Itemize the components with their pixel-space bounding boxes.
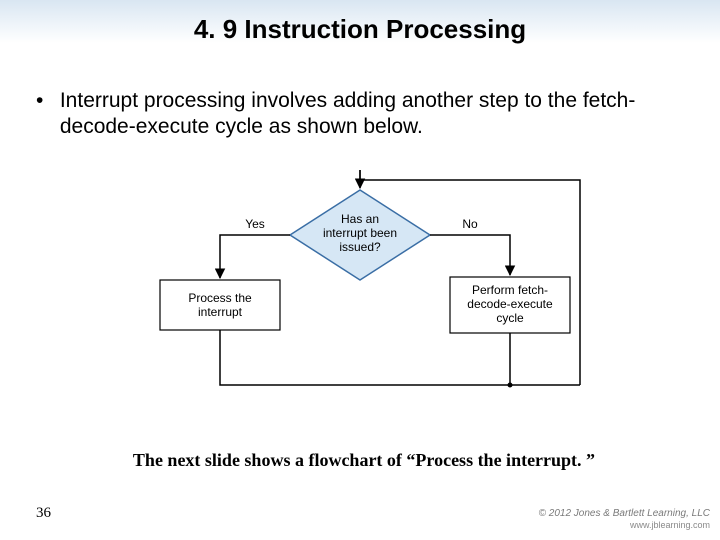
slide: 4. 9 Instruction Processing • Interrupt … [0, 0, 720, 540]
bullet-text: Interrupt processing involves adding ano… [60, 88, 680, 141]
page-number: 36 [36, 505, 51, 522]
copyright-line1: © 2012 Jones & Bartlett Learning, LLC [539, 508, 710, 520]
fde-text-3: cycle [496, 311, 524, 325]
decision-text-1: Has an [341, 212, 379, 226]
process-interrupt-text-2: interrupt [198, 305, 243, 319]
edge-left-merge [220, 330, 580, 385]
label-no: No [462, 217, 478, 231]
fde-text-2: decode-execute [467, 297, 553, 311]
merge-node-icon [508, 383, 513, 388]
edge-yes [220, 235, 290, 278]
copyright: © 2012 Jones & Bartlett Learning, LLC ww… [539, 508, 710, 530]
flowchart: Has an interrupt been issued? Yes No Pro… [120, 170, 600, 420]
decision-text-2: interrupt been [323, 226, 397, 240]
bullet-dot: • [36, 88, 54, 114]
flowchart-svg: Has an interrupt been issued? Yes No Pro… [120, 170, 600, 420]
copyright-line2: www.jblearning.com [539, 520, 710, 530]
label-yes: Yes [245, 217, 265, 231]
process-interrupt-text-1: Process the [188, 291, 252, 305]
slide-title: 4. 9 Instruction Processing [0, 14, 720, 45]
bullet-item: • Interrupt processing involves adding a… [36, 88, 690, 141]
decision-text-3: issued? [339, 240, 381, 254]
edge-no [430, 235, 510, 275]
fde-text-1: Perform fetch- [472, 283, 548, 297]
footnote: The next slide shows a flowchart of “Pro… [70, 448, 658, 473]
